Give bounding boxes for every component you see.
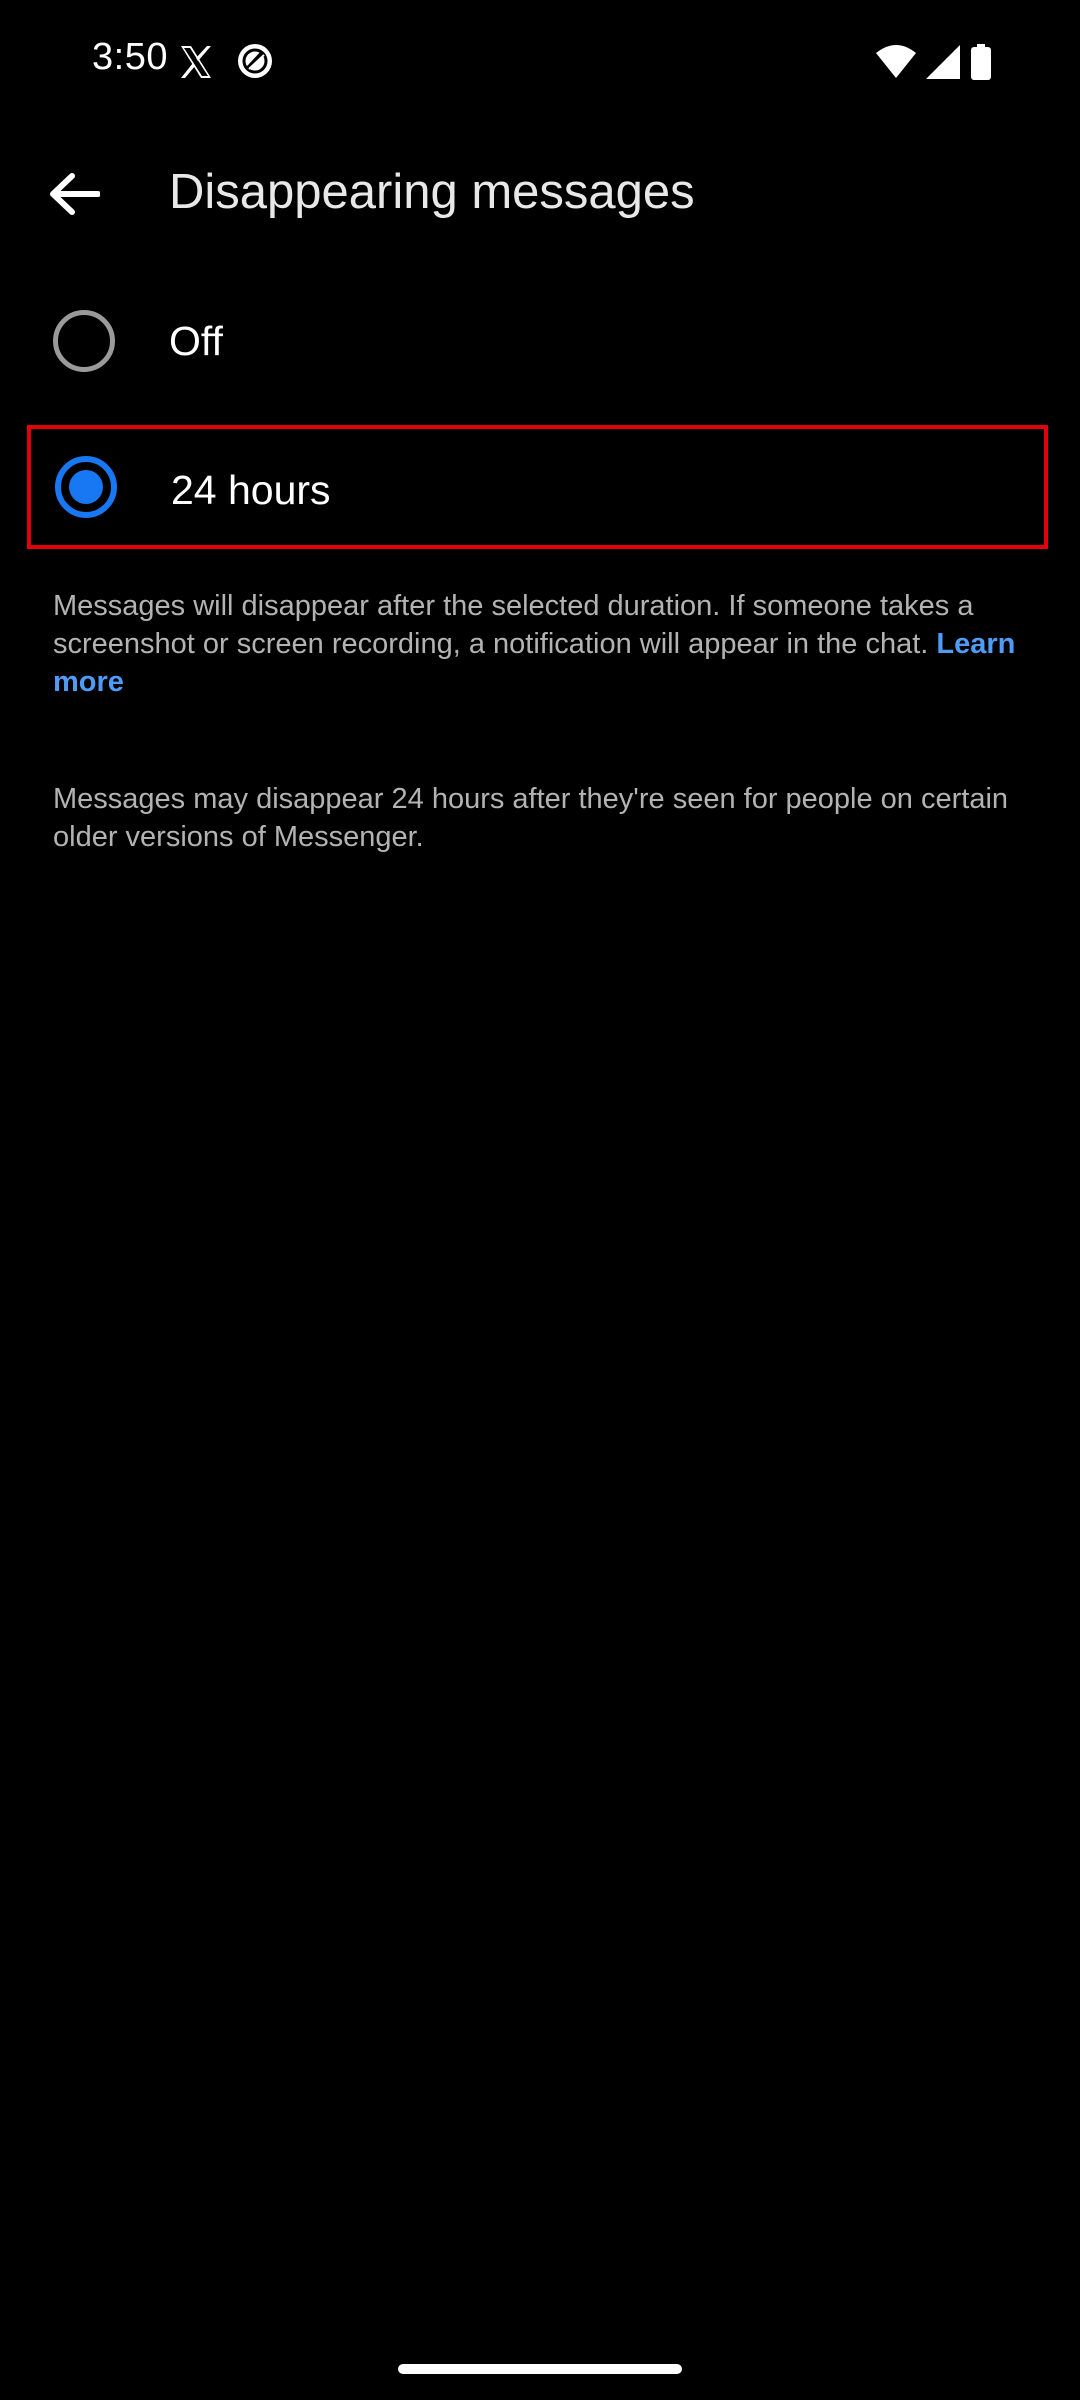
status-icons [876, 42, 992, 82]
radio-selected-dot [69, 470, 103, 504]
wifi-icon [876, 45, 916, 78]
app-bar: Disappearing messages [0, 140, 1080, 250]
option-off[interactable]: Off [0, 278, 1080, 408]
older-versions-note: Messages may disappear 24 hours after th… [53, 783, 1009, 853]
home-indicator[interactable] [398, 2364, 682, 2374]
radio-24-hours[interactable] [55, 456, 117, 518]
x-logo-icon [181, 46, 211, 78]
signal-icon [926, 45, 960, 79]
option-24-hours[interactable]: 24 hours [27, 425, 1048, 549]
radio-off[interactable] [53, 310, 115, 372]
battery-icon [971, 44, 991, 80]
arrow-back-icon [50, 173, 100, 215]
status-time: 3:50 [92, 36, 168, 78]
duration-description: Messages will disappear after the select… [53, 587, 1033, 701]
option-24-hours-label: 24 hours [171, 467, 331, 513]
compass-icon [238, 44, 272, 78]
back-button[interactable] [30, 150, 118, 238]
screen: 3:50 Disappearing messages Off 24 hours … [0, 0, 1080, 2400]
option-off-label: Off [169, 318, 223, 364]
page-title: Disappearing messages [169, 165, 695, 219]
duration-description-text: Messages will disappear after the select… [53, 590, 974, 660]
status-bar: 3:50 [0, 0, 1080, 120]
